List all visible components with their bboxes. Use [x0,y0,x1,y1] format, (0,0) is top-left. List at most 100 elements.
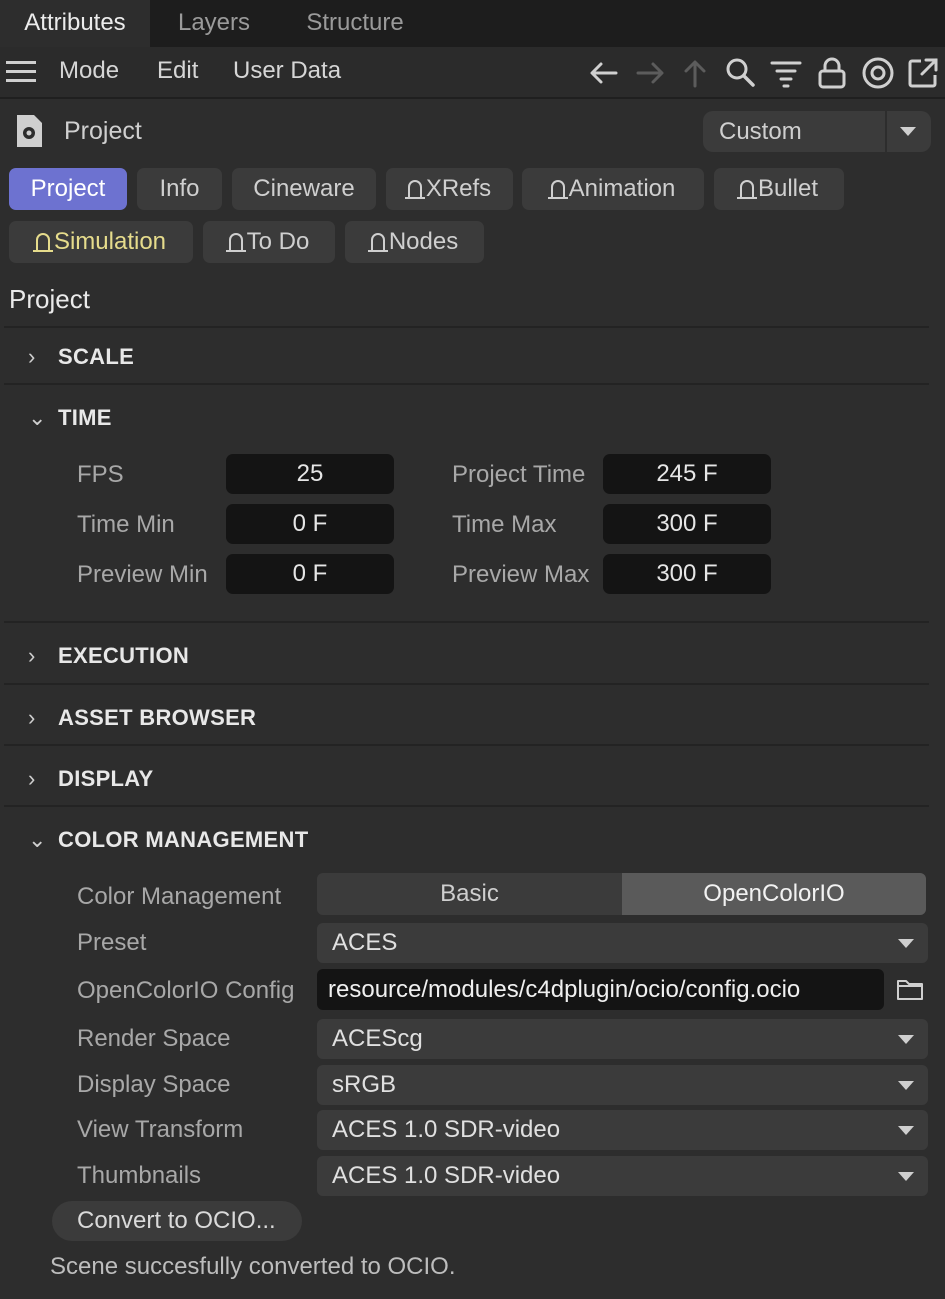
view-transform-select[interactable]: ACES 1.0 SDR-video [317,1110,928,1150]
divider [4,805,929,807]
bell-icon [367,233,388,252]
menu-user-data[interactable]: User Data [233,57,341,85]
time-min-label: Time Min [77,511,175,538]
fps-label: FPS [77,461,124,488]
menu-bar: Mode Edit User Data [0,47,945,99]
tab-xrefs-label: XRefs [425,175,492,202]
convert-to-ocio-button[interactable]: Convert to OCIO... [52,1201,302,1241]
bell-icon [404,180,425,199]
chevron-right-icon: › [28,643,36,668]
ocio-config-value: resource/modules/c4dplugin/ocio/config.o… [328,976,801,1003]
tab-info[interactable]: Info [137,168,222,210]
filter-icon[interactable] [768,55,804,91]
thumbnails-select[interactable]: ACES 1.0 SDR-video [317,1156,928,1196]
divider [4,744,929,746]
preview-max-field[interactable]: 300 F [603,554,771,594]
chevron-down-icon [898,1035,914,1044]
preset-select[interactable]: ACES [317,923,928,963]
chevron-down-icon [898,1081,914,1090]
preset-dropdown[interactable]: Custom [703,111,931,152]
ocio-config-label: OpenColorIO Config [77,977,295,1004]
color-management-segmented: Basic OpenColorIO [317,873,926,915]
group-asset-browser-label: ASSET BROWSER [58,705,257,730]
chevron-right-icon: › [28,766,36,791]
target-icon[interactable] [860,55,896,91]
back-arrow-icon[interactable] [586,55,622,91]
fps-field[interactable]: 25 [226,454,394,494]
preset-label: Preset [77,929,147,956]
tab-nodes[interactable]: Nodes [345,221,484,263]
tab-cineware[interactable]: Cineware [232,168,376,210]
divider [4,683,929,685]
dropdown-separator [885,111,887,152]
time-min-field[interactable]: 0 F [226,504,394,544]
display-space-select[interactable]: sRGB [317,1065,928,1105]
tab-xrefs[interactable]: XRefs [386,168,513,210]
tab-nodes-label: Nodes [388,228,459,255]
group-time-label: TIME [58,405,112,430]
group-execution[interactable]: › EXECUTION [28,643,189,669]
group-time[interactable]: ⌄ TIME [28,405,112,431]
menu-mode[interactable]: Mode [59,57,119,85]
display-space-value: sRGB [332,1071,397,1098]
preview-min-field[interactable]: 0 F [226,554,394,594]
ocio-config-input[interactable]: resource/modules/c4dplugin/ocio/config.o… [317,969,884,1010]
tab-simulation[interactable]: Simulation [9,221,193,263]
divider [4,621,929,623]
tab-attributes[interactable]: Attributes [0,0,150,47]
status-message: Scene succesfully converted to OCIO. [50,1253,456,1280]
group-asset-browser[interactable]: › ASSET BROWSER [28,705,256,731]
group-display[interactable]: › DISPLAY [28,766,153,792]
bell-icon [547,180,568,199]
project-time-field[interactable]: 245 F [603,454,771,494]
group-scale[interactable]: › SCALE [28,344,134,370]
new-window-icon[interactable] [905,55,941,91]
search-icon[interactable] [722,55,758,91]
thumbnails-label: Thumbnails [77,1162,202,1189]
bell-icon [225,233,246,252]
chevron-down-icon [898,939,914,948]
top-tab-bar: Attributes Layers Structure [0,0,945,47]
tab-cineware-label: Cineware [253,175,355,202]
hamburger-menu-icon[interactable] [6,61,36,83]
time-max-field[interactable]: 300 F [603,504,771,544]
tab-structure[interactable]: Structure [290,0,420,47]
group-color-management-label: COLOR MANAGEMENT [58,827,309,852]
menu-edit[interactable]: Edit [157,57,198,85]
group-display-label: DISPLAY [58,766,154,791]
group-execution-label: EXECUTION [58,643,190,668]
tab-project-label: Project [30,175,106,202]
preview-max-label: Preview Max [452,561,590,588]
up-arrow-icon[interactable] [677,55,713,91]
forward-arrow-icon[interactable] [632,55,668,91]
tab-animation[interactable]: Animation [522,168,704,210]
bell-icon [32,233,53,252]
tab-to-do-label: To Do [246,228,310,255]
preset-value: ACES [332,929,398,956]
tab-layers[interactable]: Layers [160,0,268,47]
tab-bullet-label: Bullet [757,175,819,202]
tab-project[interactable]: Project [9,168,127,210]
chevron-down-icon [898,1126,914,1135]
tab-bullet[interactable]: Bullet [714,168,844,210]
chevron-right-icon: › [28,344,36,369]
chevron-down-icon[interactable] [900,127,916,136]
option-basic[interactable]: Basic [317,873,622,915]
tab-to-do[interactable]: To Do [203,221,335,263]
chevron-down-icon [898,1172,914,1181]
render-space-label: Render Space [77,1025,231,1052]
thumbnails-value: ACES 1.0 SDR-video [332,1162,561,1189]
bell-icon [736,180,757,199]
lock-icon[interactable] [814,55,850,91]
group-color-management[interactable]: ⌄ COLOR MANAGEMENT [28,827,308,853]
chevron-down-icon: ⌄ [28,405,47,430]
divider [4,383,929,385]
tab-animation-label: Animation [568,175,676,202]
render-space-select[interactable]: ACEScg [317,1019,928,1059]
folder-icon[interactable] [896,977,924,1001]
time-max-label: Time Max [452,511,557,538]
divider [4,326,929,328]
option-opencolorio[interactable]: OpenColorIO [622,873,926,915]
display-space-label: Display Space [77,1071,231,1098]
section-title: Project [9,284,90,314]
